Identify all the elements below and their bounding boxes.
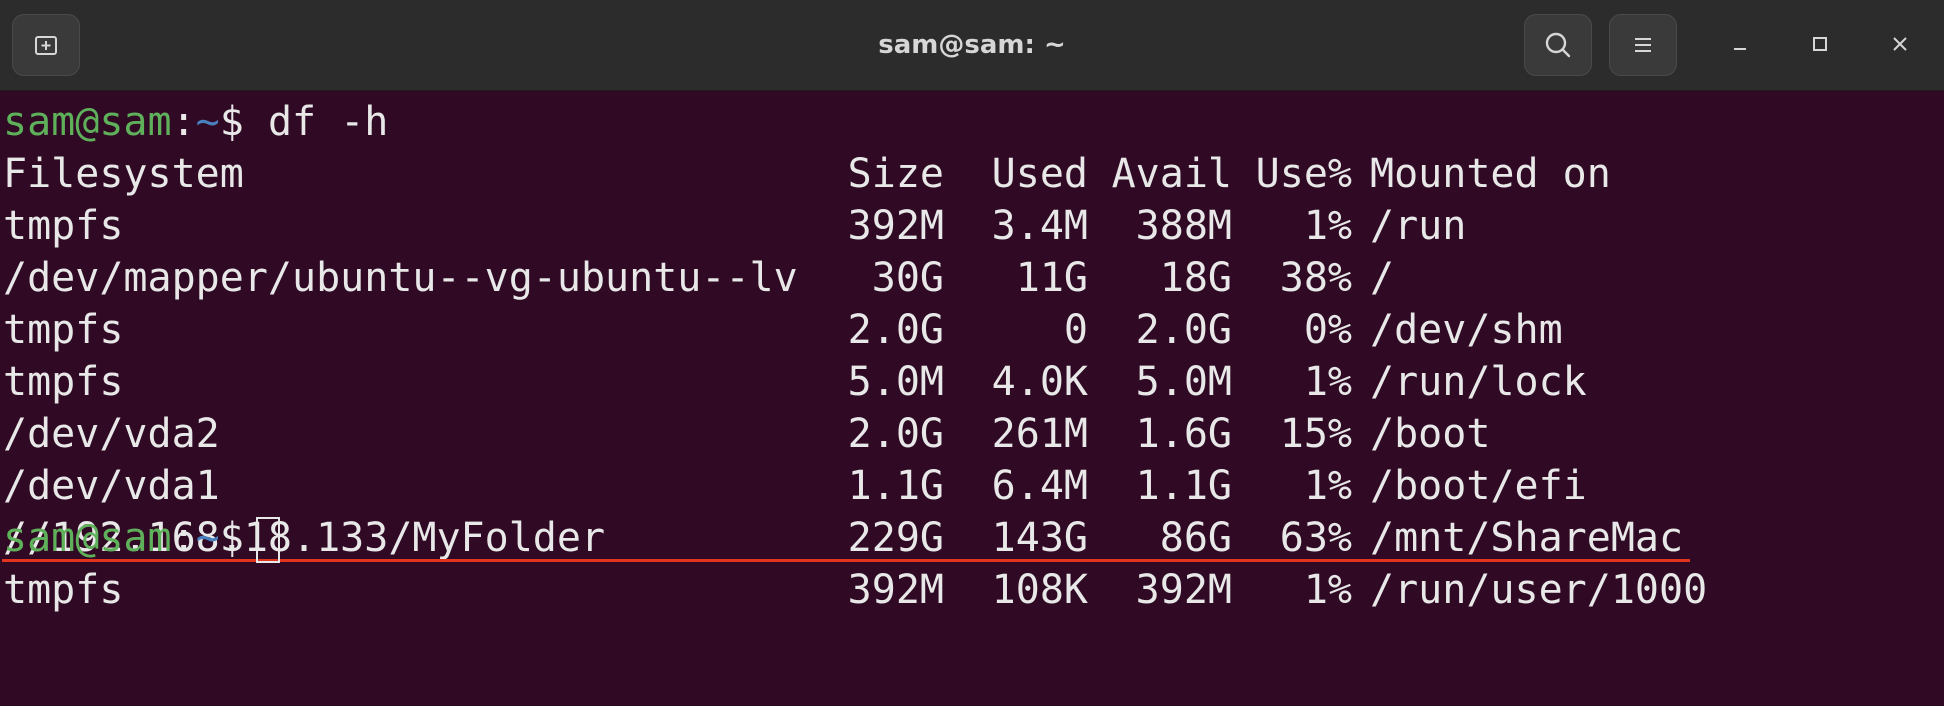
prompt-symbol: $ bbox=[219, 515, 244, 561]
prompt-user-host: sam@sam bbox=[3, 99, 172, 145]
hamburger-menu-icon bbox=[1635, 38, 1651, 52]
cell-used: 11G bbox=[1015, 255, 1088, 301]
df-table-row: tmpfs 5.0M 4.0K 5.0M 1% /run/lock bbox=[3, 356, 1903, 408]
cell-mounted-on: /run/user/1000 bbox=[1370, 567, 1708, 613]
cell-mounted-on: /dev/shm bbox=[1370, 307, 1563, 353]
cell-filesystem: /dev/vda2 bbox=[3, 411, 220, 457]
prompt-symbol: $ bbox=[219, 99, 244, 145]
header-use-percent: Use% bbox=[1255, 151, 1352, 197]
text-cursor bbox=[255, 517, 280, 563]
cell-use-percent: 1% bbox=[1303, 463, 1352, 509]
header-used: Used bbox=[991, 151, 1088, 197]
cell-mounted-on: /mnt/ShareMac bbox=[1370, 515, 1684, 561]
cell-used: 0 bbox=[1063, 307, 1088, 353]
prompt-path: ~ bbox=[195, 99, 220, 145]
df-header-row: Filesystem Size Used Avail Use% Mounted … bbox=[3, 148, 1903, 200]
cell-used: 143G bbox=[991, 515, 1088, 561]
df-table-row: tmpfs 392M 108K 392M 1% /run/user/1000 bbox=[3, 564, 1903, 616]
command-text: df -h bbox=[267, 99, 389, 145]
df-table-row: /dev/vda2 2.0G 261M 1.6G 15% /boot bbox=[3, 408, 1903, 460]
title-bar: sam@sam: ~ bbox=[0, 0, 1944, 91]
cell-avail: 5.0M bbox=[1135, 359, 1232, 405]
cell-use-percent: 1% bbox=[1303, 567, 1352, 613]
active-prompt-line[interactable]: sam@sam:~$ bbox=[3, 512, 280, 564]
search-button[interactable] bbox=[1524, 14, 1592, 76]
header-mounted-on: Mounted on bbox=[1370, 151, 1611, 197]
cell-used: 4.0K bbox=[991, 359, 1088, 405]
cell-used: 6.4M bbox=[991, 463, 1088, 509]
terminal-window: sam@sam: ~ sam@sam:~$ df -h Filesystem S… bbox=[0, 0, 1944, 706]
header-size: Size bbox=[847, 151, 944, 197]
cell-filesystem: tmpfs bbox=[3, 567, 124, 613]
cell-use-percent: 38% bbox=[1279, 255, 1352, 301]
cell-size: 1.1G bbox=[847, 463, 944, 509]
new-tab-icon bbox=[35, 36, 57, 55]
new-tab-button[interactable] bbox=[12, 14, 80, 76]
cell-mounted-on: /boot/efi bbox=[1370, 463, 1587, 509]
cell-avail: 86G bbox=[1159, 515, 1232, 561]
prompt-colon: : bbox=[171, 515, 196, 561]
cell-used: 3.4M bbox=[991, 203, 1088, 249]
cell-size: 30G bbox=[871, 255, 944, 301]
maximize-icon bbox=[1813, 37, 1827, 51]
cell-avail: 2.0G bbox=[1135, 307, 1232, 353]
cell-avail: 388M bbox=[1135, 203, 1232, 249]
menu-button[interactable] bbox=[1609, 14, 1677, 76]
cell-mounted-on: /boot bbox=[1370, 411, 1491, 457]
cell-filesystem: /dev/mapper/ubuntu--vg-ubuntu--lv bbox=[3, 255, 798, 301]
cell-size: 5.0M bbox=[847, 359, 944, 405]
minimize-icon bbox=[1734, 48, 1746, 50]
cell-use-percent: 1% bbox=[1303, 203, 1352, 249]
prompt-path: ~ bbox=[195, 515, 220, 561]
cell-mounted-on: / bbox=[1370, 255, 1395, 301]
df-table-row: /dev/vda1 1.1G 6.4M 1.1G 1% /boot/efi bbox=[3, 460, 1903, 512]
cell-filesystem: tmpfs bbox=[3, 307, 124, 353]
cell-used: 261M bbox=[991, 411, 1088, 457]
minimize-button[interactable] bbox=[1716, 20, 1764, 68]
search-icon bbox=[1545, 32, 1571, 58]
maximize-button[interactable] bbox=[1796, 20, 1844, 68]
cell-size: 392M bbox=[847, 567, 944, 613]
cell-mounted-on: /run bbox=[1370, 203, 1467, 249]
cell-filesystem: /dev/vda1 bbox=[3, 463, 220, 509]
prompt-colon: : bbox=[171, 99, 196, 145]
header-filesystem: Filesystem bbox=[3, 151, 244, 197]
cell-size: 2.0G bbox=[847, 411, 944, 457]
cell-avail: 18G bbox=[1159, 255, 1232, 301]
df-table-row: //192.168.18.133/MyFolder 229G 143G 86G 63% /… bbox=[3, 512, 1903, 564]
df-table-row: /dev/mapper/ubuntu--vg-ubuntu--lv 30G 11G 1… bbox=[3, 252, 1903, 304]
cell-filesystem: tmpfs bbox=[3, 359, 124, 405]
header-avail: Avail bbox=[1111, 151, 1232, 197]
df-table-row: tmpfs 2.0G 0 2.0G 0% /dev/shm bbox=[3, 304, 1903, 356]
close-button[interactable] bbox=[1876, 20, 1924, 68]
command-line: sam@sam:~$ df -h bbox=[3, 96, 388, 148]
cell-use-percent: 15% bbox=[1279, 411, 1352, 457]
cell-size: 229G bbox=[847, 515, 944, 561]
cell-size: 2.0G bbox=[847, 307, 944, 353]
prompt-user-host: sam@sam bbox=[3, 515, 172, 561]
terminal-output[interactable]: sam@sam:~$ df -h Filesystem Size Used Av… bbox=[0, 91, 1944, 706]
cell-size: 392M bbox=[847, 203, 944, 249]
df-table-row: tmpfs 392M 3.4M 388M 1% /run bbox=[3, 200, 1903, 252]
cell-used: 108K bbox=[991, 567, 1088, 613]
cell-use-percent: 63% bbox=[1279, 515, 1352, 561]
cell-filesystem: tmpfs bbox=[3, 203, 124, 249]
cell-mounted-on: /run/lock bbox=[1370, 359, 1587, 405]
cell-use-percent: 0% bbox=[1303, 307, 1352, 353]
cell-use-percent: 1% bbox=[1303, 359, 1352, 405]
cell-avail: 1.1G bbox=[1135, 463, 1232, 509]
close-icon bbox=[1893, 37, 1907, 51]
cell-avail: 392M bbox=[1135, 567, 1232, 613]
cell-avail: 1.6G bbox=[1135, 411, 1232, 457]
